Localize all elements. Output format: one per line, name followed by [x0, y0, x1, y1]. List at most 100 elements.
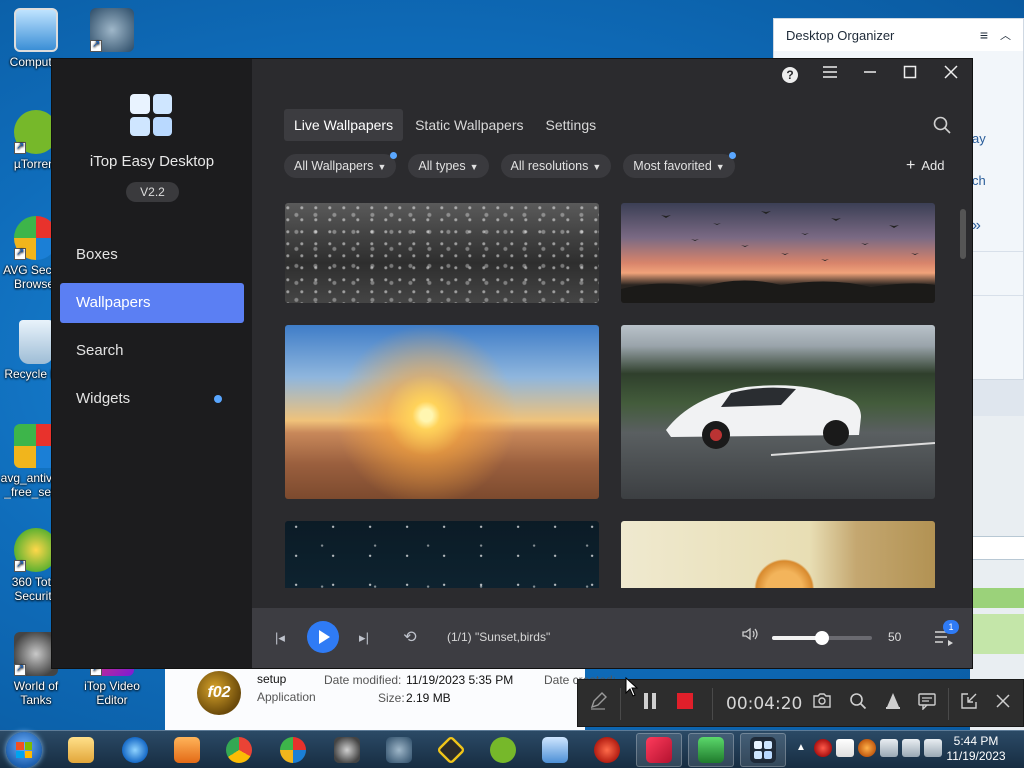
- sports-car-silhouette: [666, 385, 935, 456]
- nav-item-widgets[interactable]: Widgets: [60, 379, 244, 419]
- game-launcher-icon: [436, 735, 466, 765]
- taskbar-app-control-panel[interactable]: [532, 733, 578, 767]
- explorer-details-pane: f02 setup Application Date modified: 11/…: [165, 664, 616, 730]
- utorrent-icon: [490, 737, 516, 763]
- organizer-menu-icon[interactable]: ≡: [980, 27, 988, 43]
- camera-icon[interactable]: [810, 692, 834, 716]
- network-tray-icon[interactable]: [880, 739, 898, 757]
- organizer-collapse-icon[interactable]: ︿: [1000, 27, 1011, 43]
- taskbar-app-internet-explorer[interactable]: [112, 733, 158, 767]
- organizer-title: Desktop Organizer: [786, 27, 895, 43]
- chat-icon[interactable]: [915, 692, 939, 716]
- maximize-icon[interactable]: [897, 65, 923, 85]
- date-modified-value: 11/19/2023 5:35 PM: [406, 673, 514, 687]
- wallpaper-thumbnail[interactable]: [285, 521, 599, 588]
- flag-tray-icon[interactable]: [836, 739, 854, 757]
- file-name: setup: [257, 672, 287, 686]
- wallpaper-thumbnail[interactable]: [621, 521, 935, 588]
- taskbar: ▲ 5:44 PM 11/19/2023: [0, 730, 1024, 768]
- wallpaper-thumbnail[interactable]: [621, 203, 935, 303]
- close-icon[interactable]: [938, 65, 964, 85]
- organizer-expand-icon[interactable]: »: [972, 217, 981, 235]
- collapse-icon[interactable]: [957, 692, 981, 716]
- chevron-down-icon: ▼: [377, 162, 387, 172]
- taskbar-app-chrome[interactable]: [216, 733, 262, 767]
- show-hidden-icons-icon[interactable]: ▲: [796, 739, 810, 761]
- chevron-down-icon: ▼: [592, 162, 602, 172]
- wallpaper-player-bar: |◂ ▸| ⟲ (1/1) "Sunset,birds" 50 1: [252, 608, 972, 668]
- filter-label: Most favorited: [633, 159, 712, 173]
- loop-icon[interactable]: ⟲: [398, 626, 422, 650]
- warships-icon: [386, 737, 412, 763]
- start-button[interactable]: [6, 732, 42, 768]
- chevron-down-icon: ▼: [469, 162, 479, 172]
- filter-most-favorited[interactable]: Most favorited ▼: [623, 152, 736, 178]
- volume-slider-handle[interactable]: [815, 631, 829, 645]
- recorder-tray-icon[interactable]: [858, 739, 876, 757]
- date-modified-label: Date modified:: [324, 673, 402, 687]
- taskbar-app-itop-easy-desktop[interactable]: [740, 733, 786, 767]
- cone-icon[interactable]: [881, 692, 905, 716]
- nav-item-search[interactable]: Search: [60, 331, 244, 371]
- search-icon[interactable]: [932, 115, 952, 135]
- help-icon[interactable]: ?: [782, 67, 798, 83]
- wallpaper-thumbnail[interactable]: [285, 203, 599, 303]
- close-icon[interactable]: [991, 692, 1015, 716]
- taskbar-app-itop-video-recorder[interactable]: [636, 733, 682, 767]
- next-icon[interactable]: ▸|: [352, 626, 376, 650]
- clock-time: 5:44 PM: [953, 734, 999, 748]
- chevron-down-icon: ▼: [715, 162, 725, 172]
- security-tray-icon[interactable]: [814, 739, 832, 757]
- version-badge: V2.2: [126, 182, 179, 202]
- birds-silhouette: [621, 211, 935, 303]
- nav-item-boxes[interactable]: Boxes: [60, 235, 244, 275]
- volume-icon[interactable]: [738, 626, 762, 650]
- volume-slider[interactable]: [772, 631, 872, 645]
- tab-live-wallpapers[interactable]: Live Wallpapers: [284, 109, 404, 141]
- pen-icon[interactable]: [586, 692, 610, 716]
- folder-icon: [68, 737, 94, 763]
- tab-settings[interactable]: Settings: [536, 109, 607, 141]
- filter-label: All Wallpapers: [294, 159, 374, 173]
- wallpaper-thumbnail[interactable]: [621, 325, 935, 499]
- scrollbar-thumb[interactable]: [960, 209, 966, 259]
- taskbar-app-world-of-warships[interactable]: [376, 733, 422, 767]
- add-wallpaper-button[interactable]: + Add: [906, 157, 944, 175]
- taskbar-app-game-launcher[interactable]: [428, 733, 474, 767]
- filter-all-wallpapers[interactable]: All Wallpapers ▼: [284, 152, 398, 178]
- mouse-cursor-icon: [625, 677, 639, 697]
- divider: [620, 688, 621, 720]
- windows-logo-icon: [16, 742, 32, 758]
- computer-icon: [14, 8, 58, 52]
- recycle-bin-icon: [19, 320, 53, 364]
- filter-all-types[interactable]: All types ▼: [408, 154, 489, 178]
- play-icon[interactable]: [307, 621, 339, 653]
- background-window: [970, 380, 1024, 730]
- taskbar-app-utorrent[interactable]: [480, 733, 526, 767]
- display-tray-icon[interactable]: [902, 739, 920, 757]
- taskbar-app-media-player[interactable]: [164, 733, 210, 767]
- tab-static-wallpapers[interactable]: Static Wallpapers: [405, 109, 533, 141]
- taskbar-app-system-monitor[interactable]: [688, 733, 734, 767]
- taskbar-app-itop-screen-recorder[interactable]: [584, 733, 630, 767]
- taskbar-app-world-of-tanks[interactable]: [324, 733, 370, 767]
- nav-item-wallpapers[interactable]: Wallpapers: [60, 283, 244, 323]
- wallpaper-thumbnail[interactable]: [285, 325, 599, 499]
- minimize-icon[interactable]: [857, 65, 883, 85]
- taskbar-app-file-explorer[interactable]: [58, 733, 104, 767]
- taskbar-app-avg-browser[interactable]: [270, 733, 316, 767]
- playlist-count-badge: 1: [943, 620, 959, 634]
- menu-icon[interactable]: [817, 65, 843, 85]
- stop-icon[interactable]: [673, 692, 697, 716]
- pause-icon[interactable]: [638, 692, 662, 716]
- previous-icon[interactable]: |◂: [268, 626, 292, 650]
- recording-timer: 00:04:20: [726, 694, 803, 714]
- filter-all-resolutions[interactable]: All resolutions ▼: [500, 154, 612, 178]
- nav-item-label: Boxes: [76, 246, 118, 263]
- volume-value: 50: [888, 630, 902, 644]
- filter-label: All resolutions: [510, 159, 589, 173]
- zoom-icon[interactable]: [846, 692, 870, 716]
- desktop-icon-world-of-warships[interactable]: [74, 8, 150, 55]
- desktop-icon-label: World of Tanks: [13, 679, 59, 707]
- taskbar-clock[interactable]: 5:44 PM 11/19/2023: [936, 734, 1016, 764]
